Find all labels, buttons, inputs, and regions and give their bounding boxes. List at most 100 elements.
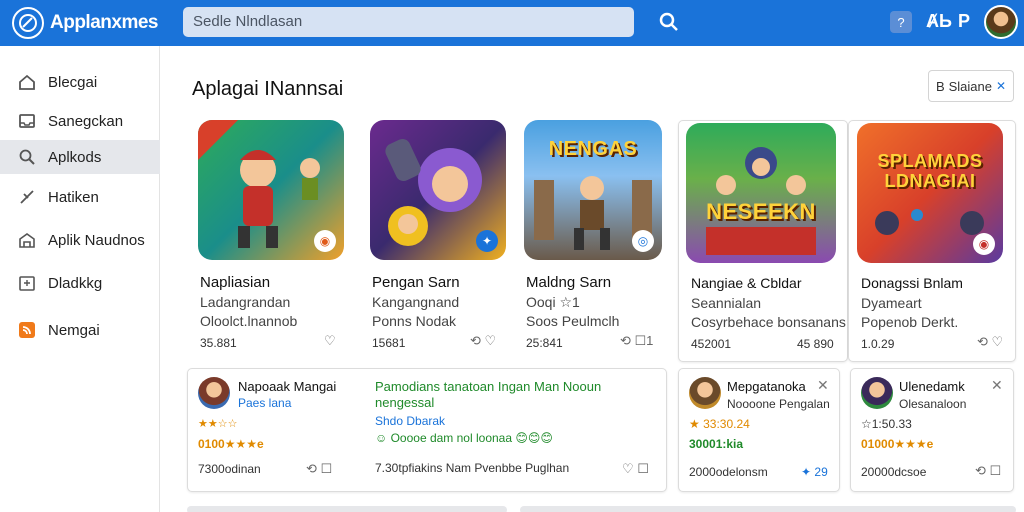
review-score: 0100★★★e [198, 437, 264, 451]
app-badge-icon: ◉ [314, 230, 336, 252]
reviewer-name: Mepgatanoka [727, 379, 806, 394]
calendar-icon [18, 274, 36, 292]
app-badge-icon: ◎ [632, 230, 654, 252]
reviewer-subtitle: Shdo Dbarak [375, 414, 446, 428]
scroll-hint [187, 506, 507, 512]
close-icon[interactable]: ✕ [991, 377, 1003, 394]
review-date: 20000dcsoe [861, 465, 927, 479]
app-card[interactable]: ✦ Pengan Sarn Kangangnand Ponns Nodak 15… [370, 120, 510, 350]
review-date: 7300odinan [198, 462, 261, 476]
app-name: Pengan Sarn [372, 274, 460, 291]
app-developer: Ooqi ☆1 [526, 294, 580, 310]
app-thumbnail[interactable]: ✦ [370, 120, 506, 260]
app-thumbnail[interactable]: ◉ [198, 120, 344, 260]
sidebar-item-label: Aplkods [48, 148, 102, 166]
sidebar-item-dladkkg[interactable]: Dladkkg [0, 266, 160, 300]
app-card[interactable]: NESEEKN Nangiae & Cbldar Seannialan Cosy… [678, 120, 848, 362]
top-bar: Applanxmes Sedle Nlndlasan ? ȺЬ Р [0, 0, 1024, 46]
app-downloads: 15681 [372, 336, 406, 350]
app-badge-icon: ◉ [973, 233, 995, 255]
avatar[interactable] [984, 5, 1018, 39]
app-badge-icon: ✦ [476, 230, 498, 252]
app-developer: Dyameart [861, 295, 922, 311]
app-rating-count: 45 890 [797, 337, 834, 351]
page-title: Aplagai INannsai [192, 78, 344, 100]
app-category: Soos Peulmclh [526, 313, 620, 329]
search-icon [18, 148, 36, 166]
app-category: Oloolct.lnannob [200, 313, 298, 329]
sidebar-item-home[interactable]: Blecgai [0, 65, 160, 99]
review-score: 30001:kia [689, 437, 744, 451]
app-thumbnail[interactable]: SPLAMADS LDNAGIAI ◉ [857, 123, 1003, 263]
review-card[interactable]: Mepgatanoka ✕ Noooone Pengalan ★ 33:30.2… [678, 368, 840, 492]
review-text: ☺ Ooooe dam nol loonaa 😊😊😊 [375, 431, 553, 445]
app-thumbnail[interactable]: NESEEKN [686, 123, 836, 263]
inbox-icon [18, 112, 36, 130]
app-card[interactable]: ◉ Napliasian Ladangrandan Oloolct.lnanno… [198, 120, 348, 350]
app-name: Napliasian [200, 274, 271, 291]
helpful-count[interactable]: ✦ 29 [801, 465, 828, 479]
sidebar-item-apps[interactable]: Aplkods [0, 140, 160, 174]
avatar [689, 377, 721, 409]
sidebar: Blecgai Sanegckan Aplkods Hatiken Aplik … [0, 46, 160, 512]
app-downloads: 1.0.29 [861, 337, 895, 351]
review-date: 2000odelonsm [689, 465, 768, 479]
sidebar-item-inbox[interactable]: Sanegckan [0, 104, 160, 138]
share-heart-icons[interactable]: ⟲ ♡ [470, 333, 496, 349]
avatar [861, 377, 893, 409]
main-content: Aplagai INannsai B Slaiane ✕ ◉ Napliasia… [160, 46, 1024, 512]
sidebar-item-label: Dladkkg [48, 274, 103, 292]
building-icon [18, 231, 36, 249]
app-category: Ponns Nodak [372, 313, 457, 329]
review-headline: Pamodians tanatoan Ingan Man Nooun nenge… [375, 379, 602, 410]
reply-icons[interactable]: ⟲ ☐ [306, 461, 332, 477]
heart-reply-icons[interactable]: ♡ ☐ [622, 461, 649, 477]
translate-icon[interactable]: ȺЬ [926, 11, 952, 32]
sort-button[interactable]: B Slaiane ✕ [928, 70, 1014, 102]
app-thumbnail[interactable]: NENGAS ◎ [524, 120, 662, 260]
sidebar-item-naudnos[interactable]: Aplik Naudnos [0, 223, 160, 257]
app-category: Popenob Derkt. [861, 314, 959, 330]
star-rating: ★★☆☆ [198, 418, 238, 430]
app-downloads: 25:841 [526, 336, 563, 350]
heart-icon[interactable]: ♡ [324, 333, 336, 349]
reviewer-name: Ulenedamk [899, 379, 965, 394]
logo-icon[interactable] [12, 7, 44, 39]
review-card[interactable]: Ulenedamk ✕ Olesanaloon ☆1:50.33 01000★★… [850, 368, 1014, 492]
sidebar-item-hatiken[interactable]: Hatiken [0, 180, 160, 214]
app-developer: Seannialan [691, 295, 762, 311]
feather-icon [18, 188, 36, 206]
reviewer-subtitle: Olesanaloon [899, 397, 967, 411]
sort-label: Slaiane [948, 78, 992, 94]
game-art-image [706, 147, 816, 255]
avatar [198, 377, 230, 409]
share-heart-icons[interactable]: ⟲ ♡ [977, 334, 1003, 350]
sidebar-item-label: Nemgai [48, 321, 100, 339]
app-developer: Kangangnand [372, 294, 460, 310]
app-card[interactable]: NENGAS ◎ Maldng Sarn Ooqi ☆1 Soos Peulmc… [524, 120, 669, 350]
sidebar-item-label: Sanegckan [48, 112, 124, 130]
review-card[interactable]: Napoaak Mangai Paes lana ★★☆☆ 0100★★★e 7… [187, 368, 667, 492]
reviewer-name: Napoaak Mangai [238, 379, 337, 394]
app-category: Cosyrbehace bonsanans [691, 314, 846, 330]
help-icon[interactable]: ? [890, 11, 912, 33]
sidebar-item-label: Aplik Naudnos [48, 231, 145, 249]
share-count-icons[interactable]: ⟲ ☐1 [620, 333, 653, 349]
account-letter-icon[interactable]: Р [958, 11, 970, 32]
review-footer: 7.30tpfiakins Nam Pvenbbe Puglhan [375, 461, 570, 475]
share-reply-icons[interactable]: ⟲ ☐ [975, 463, 1001, 479]
star-rating: ☆1:50.33 [861, 417, 912, 431]
rss-icon [18, 321, 36, 339]
app-downloads: 452001 [691, 337, 732, 351]
app-name: Donagssi Bnlam [861, 275, 963, 291]
brand-name: Applanxmes [50, 12, 158, 33]
search-icon[interactable] [656, 9, 682, 35]
sidebar-item-label: Hatiken [48, 188, 99, 206]
search-input[interactable]: Sedle Nlndlasan [183, 7, 634, 37]
sidebar-item-nemgai[interactable]: Nemgai [0, 313, 160, 347]
reviewer-subtitle: Noooone Pengalan [727, 397, 830, 411]
app-developer: Ladangrandan [200, 294, 291, 310]
close-icon[interactable]: ✕ [817, 377, 829, 394]
app-downloads: 35.881 [200, 336, 237, 350]
app-card[interactable]: SPLAMADS LDNAGIAI ◉ Donagssi Bnlam Dyame… [848, 120, 1016, 362]
